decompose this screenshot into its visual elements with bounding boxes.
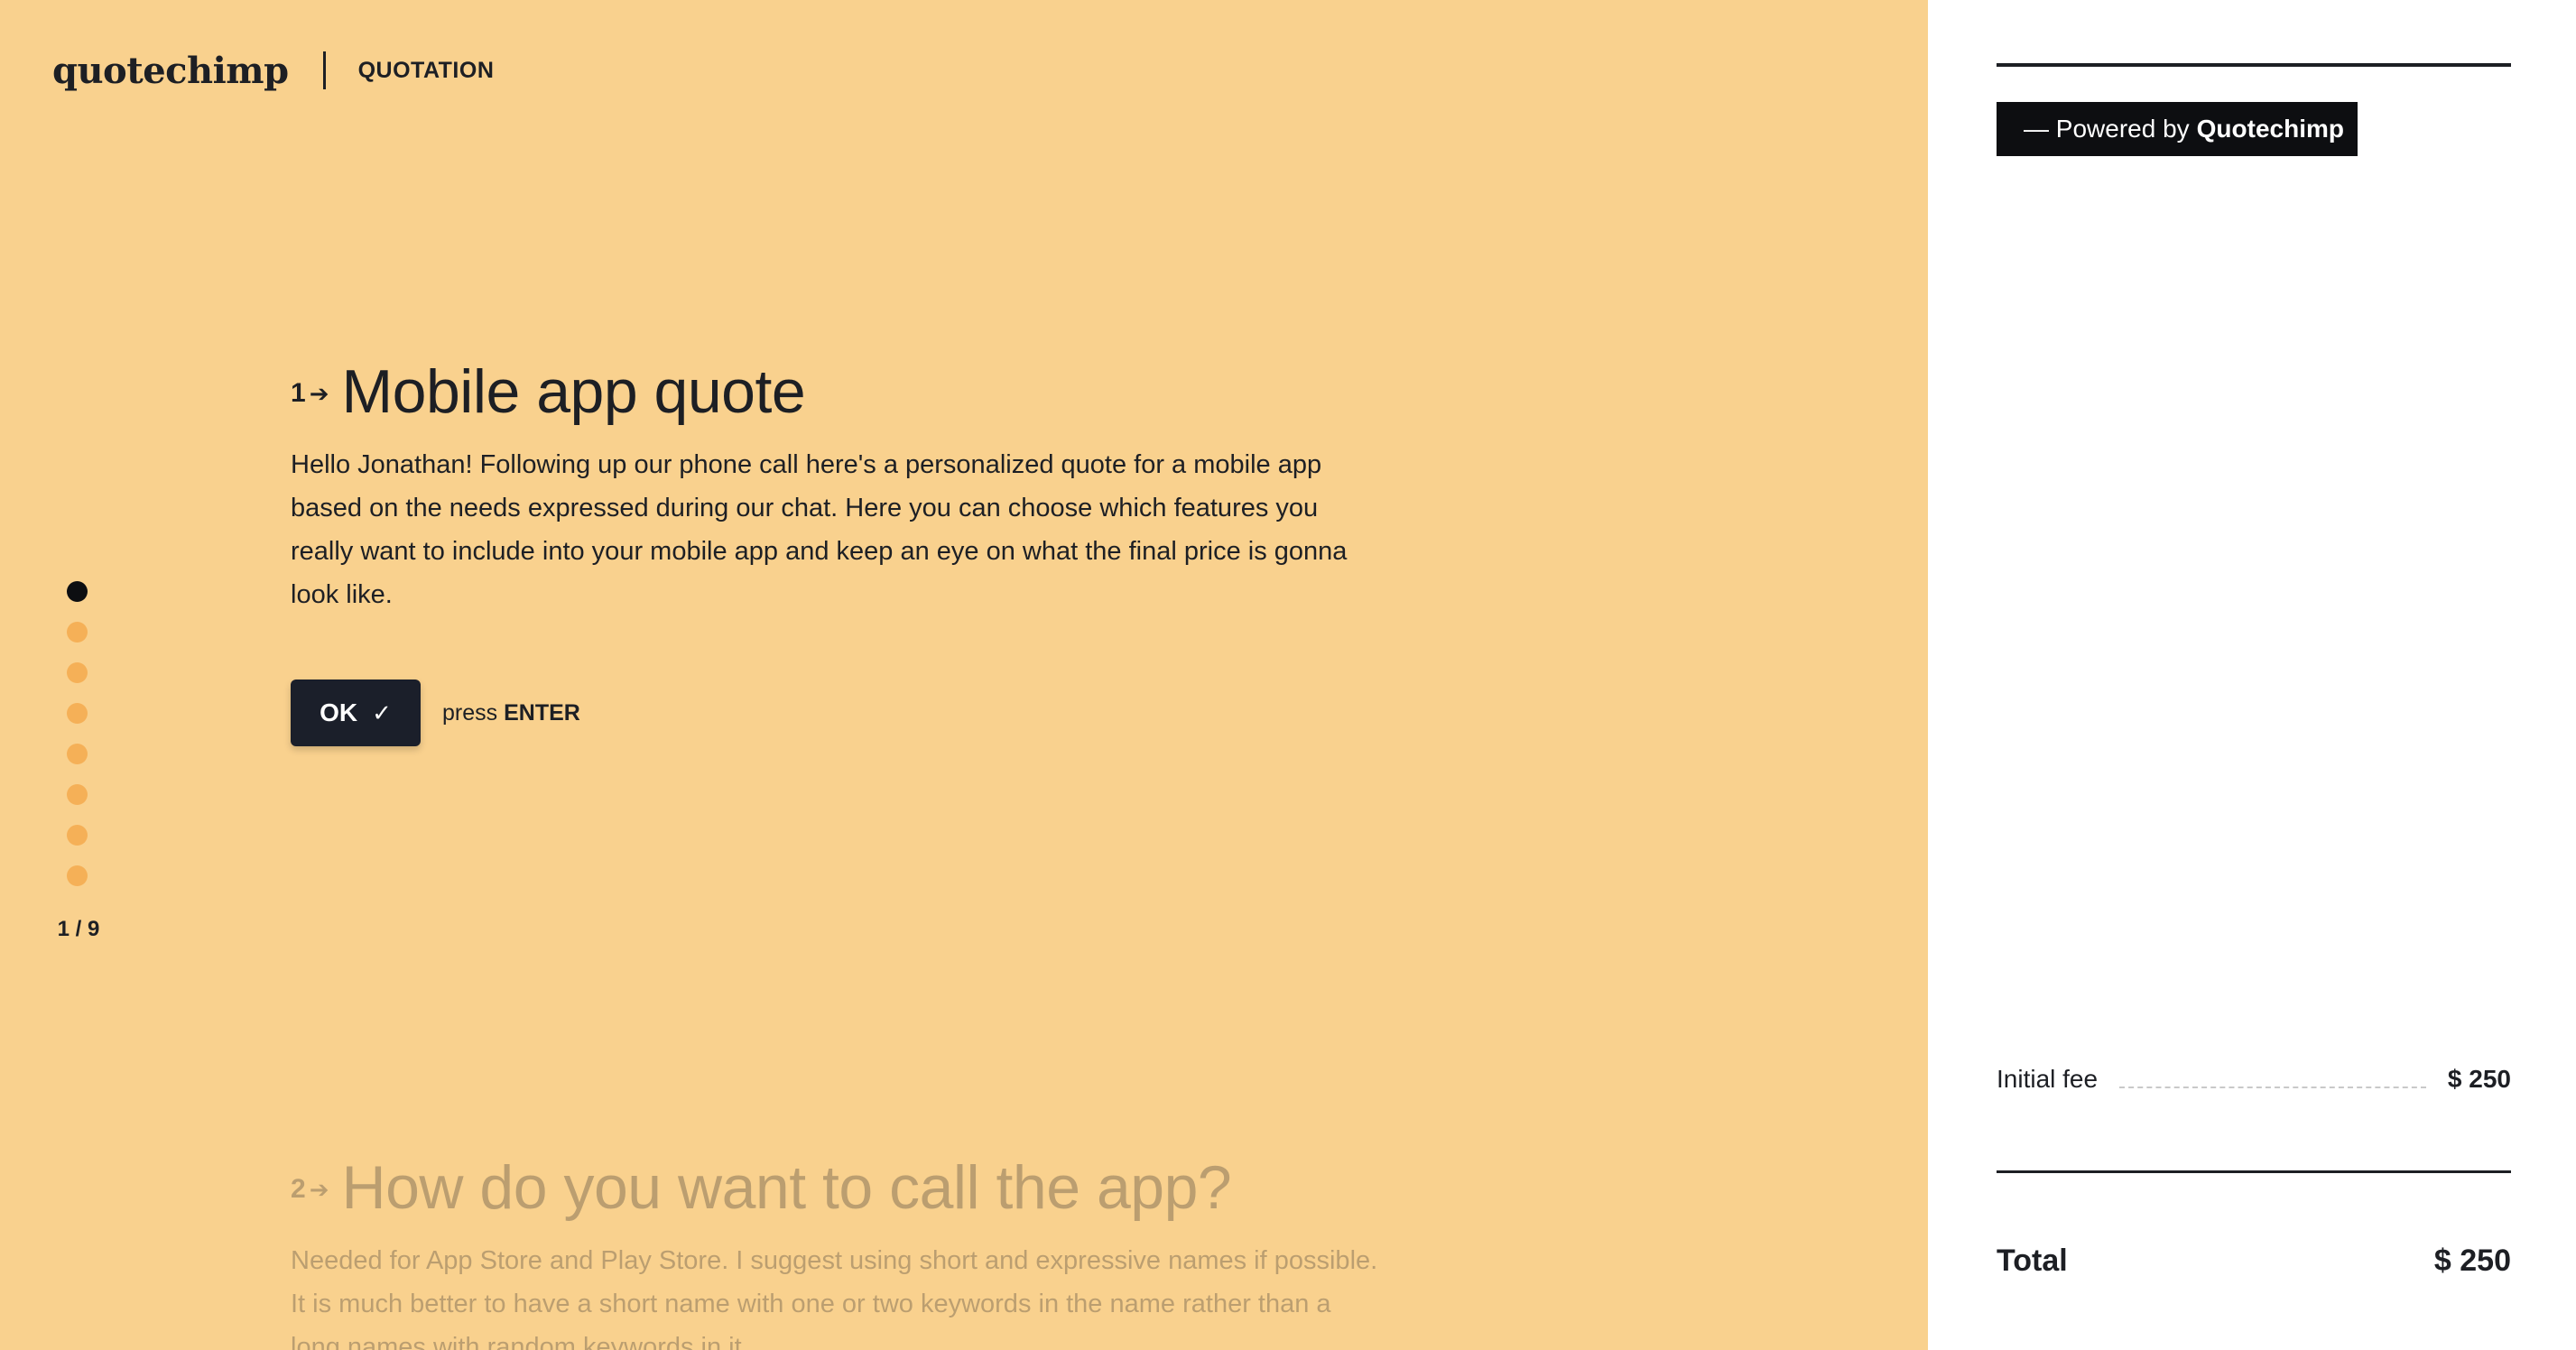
quotation-page: quotechimp QUOTATION 1 / 9 1 ➔ Mobile ap… xyxy=(0,0,2576,1350)
fee-leader-line xyxy=(2119,1086,2426,1088)
question-heading: How do you want to call the app? xyxy=(341,1153,1232,1222)
progress-dot-6[interactable] xyxy=(67,784,88,805)
logo[interactable]: quotechimp xyxy=(52,50,289,92)
question-2: 2 ➔ How do you want to call the app? Nee… xyxy=(291,1152,1392,1350)
header: quotechimp QUOTATION xyxy=(52,43,494,97)
question-number-text: 2 xyxy=(291,1174,306,1204)
arrow-right-icon: ➔ xyxy=(309,1175,329,1203)
page-tag: QUOTATION xyxy=(357,57,495,83)
press-key: ENTER xyxy=(504,699,580,726)
fee-value: $ 250 xyxy=(2447,1065,2511,1093)
progress-dot-8[interactable] xyxy=(67,865,88,886)
question-number-text: 1 xyxy=(291,378,306,408)
question-heading: Mobile app quote xyxy=(341,357,806,426)
summary-panel: — Powered by Quotechimp Initial fee $ 25… xyxy=(1928,0,2576,1350)
check-icon: ✓ xyxy=(372,698,392,726)
question-description: Needed for App Store and Play Store. I s… xyxy=(291,1246,1378,1350)
total-row: Total $ 250 xyxy=(1997,1244,2511,1279)
question-number: 1 ➔ xyxy=(291,378,329,409)
question-number: 2 ➔ xyxy=(291,1174,329,1205)
initial-fee-row: Initial fee $ 250 xyxy=(1997,1065,2511,1094)
powered-brand: Quotechimp xyxy=(2196,115,2344,143)
ok-button[interactable]: OK ✓ xyxy=(291,680,421,746)
progress-dots xyxy=(67,581,88,906)
powered-by-badge[interactable]: — Powered by Quotechimp xyxy=(1997,102,2358,156)
progress-dot-5[interactable] xyxy=(67,744,88,764)
press-enter-hint: press ENTER xyxy=(442,700,580,726)
powered-prefix: — Powered by xyxy=(2024,115,2190,143)
header-divider xyxy=(322,51,326,89)
step-counter: 1 / 9 xyxy=(57,917,100,941)
progress-dot-7[interactable] xyxy=(67,825,88,846)
question-title-row: 2 ➔ How do you want to call the app? xyxy=(291,1152,1392,1223)
question-1: 1 ➔ Mobile app quote Hello Jonathan! Fol… xyxy=(291,356,1392,746)
summary-bottom-rule xyxy=(1997,1170,2511,1173)
press-prefix: press xyxy=(442,699,498,726)
fee-label: Initial fee xyxy=(1997,1065,2099,1093)
progress-dot-3[interactable] xyxy=(67,662,88,683)
total-label: Total xyxy=(1997,1244,2068,1278)
ok-button-label: OK xyxy=(320,698,358,726)
question-actions: OK ✓ press ENTER xyxy=(291,680,1392,746)
arrow-right-icon: ➔ xyxy=(309,379,329,407)
form-panel: quotechimp QUOTATION 1 / 9 1 ➔ Mobile ap… xyxy=(0,0,1928,1350)
summary-top-rule xyxy=(1997,63,2511,67)
progress-dot-4[interactable] xyxy=(67,703,88,724)
total-value: $ 250 xyxy=(2433,1244,2511,1278)
progress-dot-2[interactable] xyxy=(67,622,88,643)
question-title-row: 1 ➔ Mobile app quote xyxy=(291,356,1392,427)
progress-dot-1[interactable] xyxy=(67,581,88,602)
question-description: Hello Jonathan! Following up our phone c… xyxy=(291,450,1348,609)
